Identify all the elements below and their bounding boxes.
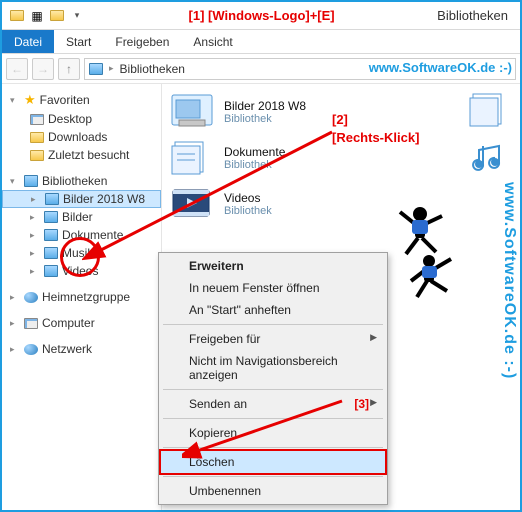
library-icon: [44, 247, 58, 259]
library-icon: [24, 175, 38, 187]
chevron-right-icon: ▶: [370, 397, 377, 408]
breadcrumb-root[interactable]: Bibliotheken: [120, 62, 185, 76]
documents-library-icon: [168, 138, 216, 178]
tree-desktop[interactable]: Desktop: [2, 110, 161, 128]
new-folder-icon[interactable]: [48, 7, 66, 25]
tree-homegroup[interactable]: ▸Heimnetzgruppe: [2, 288, 161, 306]
folder-icon: [30, 132, 44, 143]
tree-lib-bilder2018[interactable]: ▸Bilder 2018 W8: [2, 190, 161, 208]
ribbon-tabs: Datei Start Freigeben Ansicht: [2, 30, 520, 54]
menu-separator: [163, 389, 383, 390]
expand-icon[interactable]: ▸: [30, 230, 40, 241]
library-icon: [44, 265, 58, 277]
library-icon: [45, 193, 59, 205]
star-icon: ★: [24, 92, 36, 108]
videos-library-icon: [168, 184, 216, 224]
explorer-icon: [8, 7, 26, 25]
watermark-side: www.SoftwareOK.de :-): [500, 182, 518, 379]
desktop-icon: [30, 114, 44, 125]
menu-separator: [163, 324, 383, 325]
context-menu: Erweitern In neuem Fenster öffnen An "St…: [158, 252, 388, 505]
computer-icon: [24, 318, 38, 329]
tree-recent[interactable]: Zuletzt besucht: [2, 146, 161, 164]
collapse-icon[interactable]: ▾: [10, 176, 20, 187]
library-icon: [44, 211, 58, 223]
annotation-3: [3]: [354, 397, 369, 411]
tree-label: Bibliotheken: [42, 174, 107, 188]
expand-icon[interactable]: ▸: [10, 318, 20, 329]
tree-lib-bilder[interactable]: ▸Bilder: [2, 208, 161, 226]
list-item[interactable]: VideosBibliothek: [168, 184, 514, 224]
annotation-1: [1] [Windows-Logo]+[E]: [90, 8, 433, 23]
menu-separator: [163, 476, 383, 477]
expand-icon[interactable]: ▸: [30, 248, 40, 259]
collapse-icon[interactable]: ▾: [10, 95, 20, 106]
item-subtitle: Bibliothek: [224, 205, 272, 217]
network-icon: [24, 344, 38, 355]
chevron-right-icon: ▸: [109, 63, 114, 74]
menu-expand[interactable]: Erweitern: [161, 255, 385, 277]
menu-send-to[interactable]: Senden an▶[3]: [161, 393, 385, 415]
expand-icon[interactable]: ▸: [30, 266, 40, 277]
menu-copy[interactable]: Kopieren: [161, 422, 385, 444]
item-title: Videos: [224, 191, 272, 205]
decorative-figure: [407, 247, 462, 302]
qat-dropdown-icon[interactable]: ▾: [68, 7, 86, 25]
chevron-right-icon: ▶: [370, 332, 377, 343]
menu-delete[interactable]: Löschen: [161, 451, 385, 473]
library-icon: [89, 63, 103, 75]
folder-icon: [30, 150, 44, 161]
tab-start[interactable]: Start: [54, 30, 103, 53]
tree-label: Favoriten: [40, 93, 90, 107]
item-title: Bilder 2018 W8: [224, 99, 306, 113]
menu-separator: [163, 447, 383, 448]
tab-view[interactable]: Ansicht: [181, 30, 244, 53]
menu-pin-start[interactable]: An "Start" anheften: [161, 299, 385, 321]
expand-icon[interactable]: ▸: [10, 344, 20, 355]
expand-icon[interactable]: ▸: [31, 194, 41, 205]
watermark-top: www.SoftwareOK.de :-): [369, 60, 512, 75]
window-title: Bibliotheken: [437, 8, 514, 23]
tab-file[interactable]: Datei: [2, 30, 54, 53]
menu-share[interactable]: Freigeben für▶: [161, 328, 385, 350]
quick-access-toolbar: ▦ ▾: [8, 7, 86, 25]
expand-icon[interactable]: ▸: [10, 292, 20, 303]
menu-separator: [163, 418, 383, 419]
item-subtitle: Bibliothek: [224, 113, 306, 125]
homegroup-icon: [24, 292, 38, 303]
documents-library-icon[interactable]: [466, 90, 514, 130]
tree-libraries[interactable]: ▾ Bibliotheken: [2, 172, 161, 190]
tree-downloads[interactable]: Downloads: [2, 128, 161, 146]
pictures-library-icon: [168, 92, 216, 132]
tree-network[interactable]: ▸Netzwerk: [2, 340, 161, 358]
expand-icon[interactable]: ▸: [30, 212, 40, 223]
back-button[interactable]: ←: [6, 58, 28, 80]
tree-favorites[interactable]: ▾ ★ Favoriten: [2, 90, 161, 110]
tree-lib-musik[interactable]: ▸Musik: [2, 244, 161, 262]
titlebar: ▦ ▾ [1] [Windows-Logo]+[E] Bibliotheken: [2, 2, 520, 30]
tree-lib-videos[interactable]: ▸Videos: [2, 262, 161, 280]
music-library-icon[interactable]: [466, 138, 514, 178]
item-title: Dokumente: [224, 145, 285, 159]
list-item[interactable]: Bilder 2018 W8Bibliothek: [168, 92, 514, 132]
properties-icon[interactable]: ▦: [28, 7, 46, 25]
library-icon: [44, 229, 58, 241]
up-button[interactable]: ↑: [58, 58, 80, 80]
menu-hide-nav[interactable]: Nicht im Navigationsbereich anzeigen: [161, 350, 385, 386]
list-item[interactable]: DokumenteBibliothek: [168, 138, 514, 178]
tab-share[interactable]: Freigeben: [103, 30, 181, 53]
item-subtitle: Bibliothek: [224, 159, 285, 171]
menu-rename[interactable]: Umbenennen: [161, 480, 385, 502]
tree-computer[interactable]: ▸Computer: [2, 314, 161, 332]
menu-new-window[interactable]: In neuem Fenster öffnen: [161, 277, 385, 299]
forward-button[interactable]: →: [32, 58, 54, 80]
tree-lib-dokumente[interactable]: ▸Dokumente: [2, 226, 161, 244]
navigation-tree: ▾ ★ Favoriten Desktop Downloads Zuletzt …: [2, 84, 162, 510]
